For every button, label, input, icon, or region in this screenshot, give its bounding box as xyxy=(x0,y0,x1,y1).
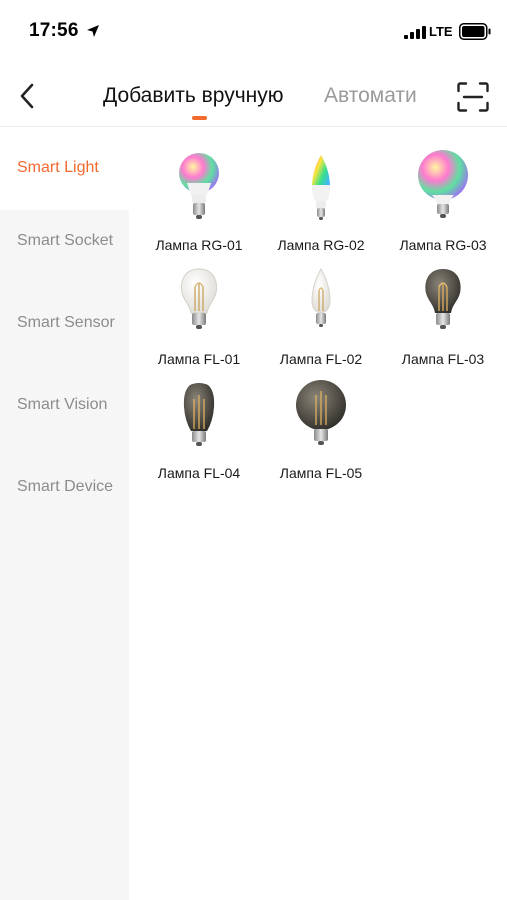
product-lamp-fl-02[interactable]: Лампа FL-02 xyxy=(260,251,382,367)
status-bar: 17:56 LTE xyxy=(0,0,507,62)
category-sidebar: Smart Light Smart Socket Smart Sensor Sm… xyxy=(0,128,129,900)
sidebar-item-label: Smart Sensor xyxy=(17,314,115,331)
header: Добавить вручную Автоматически xyxy=(0,62,507,127)
product-lamp-rg-03[interactable]: Лампа RG-03 xyxy=(382,137,504,253)
back-button[interactable] xyxy=(12,79,42,113)
sidebar-item-smart-socket[interactable]: Smart Socket xyxy=(0,210,129,292)
product-label: Лампа FL-03 xyxy=(401,351,485,367)
smoky-globe-bulb-icon xyxy=(296,380,346,445)
chevron-left-icon xyxy=(20,83,34,109)
sidebar-item-label: Smart Device xyxy=(17,478,114,495)
smoky-filament-bulb-icon xyxy=(425,269,461,329)
smoky-edison-bulb-icon xyxy=(183,383,215,446)
product-lamp-fl-03[interactable]: Лампа FL-03 xyxy=(382,251,504,367)
product-lamp-fl-01[interactable]: Лампа FL-01 xyxy=(138,251,260,367)
battery-icon xyxy=(459,23,491,40)
active-tab-indicator xyxy=(192,116,207,120)
tab-auto-scan[interactable]: Автоматически xyxy=(324,84,418,107)
product-lamp-rg-01[interactable]: Лампа RG-01 xyxy=(138,137,260,253)
cellular-signal-icon xyxy=(404,26,426,39)
sidebar-item-smart-vision[interactable]: Smart Vision xyxy=(0,374,129,456)
status-time: 17:56 xyxy=(29,20,79,41)
network-type: LTE xyxy=(429,24,453,39)
product-label: Лампа FL-04 xyxy=(157,465,241,481)
sidebar-item-smart-sensor[interactable]: Smart Sensor xyxy=(0,292,129,374)
product-lamp-rg-02[interactable]: Лампа RG-02 xyxy=(260,137,382,253)
tab-auto-scan-wrapper: Автоматически xyxy=(324,84,418,108)
location-arrow-icon xyxy=(87,25,99,37)
filament-candle-bulb-icon xyxy=(311,267,331,327)
product-lamp-fl-04[interactable]: Лампа FL-04 xyxy=(138,365,260,481)
tab-manual-add[interactable]: Добавить вручную xyxy=(103,84,284,108)
rgb-bulb-icon xyxy=(179,153,219,219)
sidebar-item-label: Smart Light xyxy=(17,159,99,176)
rgb-globe-bulb-icon xyxy=(418,150,468,218)
sidebar-item-smart-light[interactable]: Smart Light xyxy=(0,128,129,210)
product-label: Лампа FL-05 xyxy=(279,465,363,481)
product-lamp-fl-05[interactable]: Лампа FL-05 xyxy=(260,365,382,481)
filament-bulb-icon xyxy=(180,268,218,329)
sidebar-item-label: Smart Vision xyxy=(17,396,108,413)
sidebar-item-label: Smart Socket xyxy=(17,232,114,249)
rgb-candle-bulb-icon xyxy=(312,155,330,220)
scan-qr-icon[interactable] xyxy=(457,82,489,112)
sidebar-item-smart-device[interactable]: Smart Device xyxy=(0,456,129,538)
